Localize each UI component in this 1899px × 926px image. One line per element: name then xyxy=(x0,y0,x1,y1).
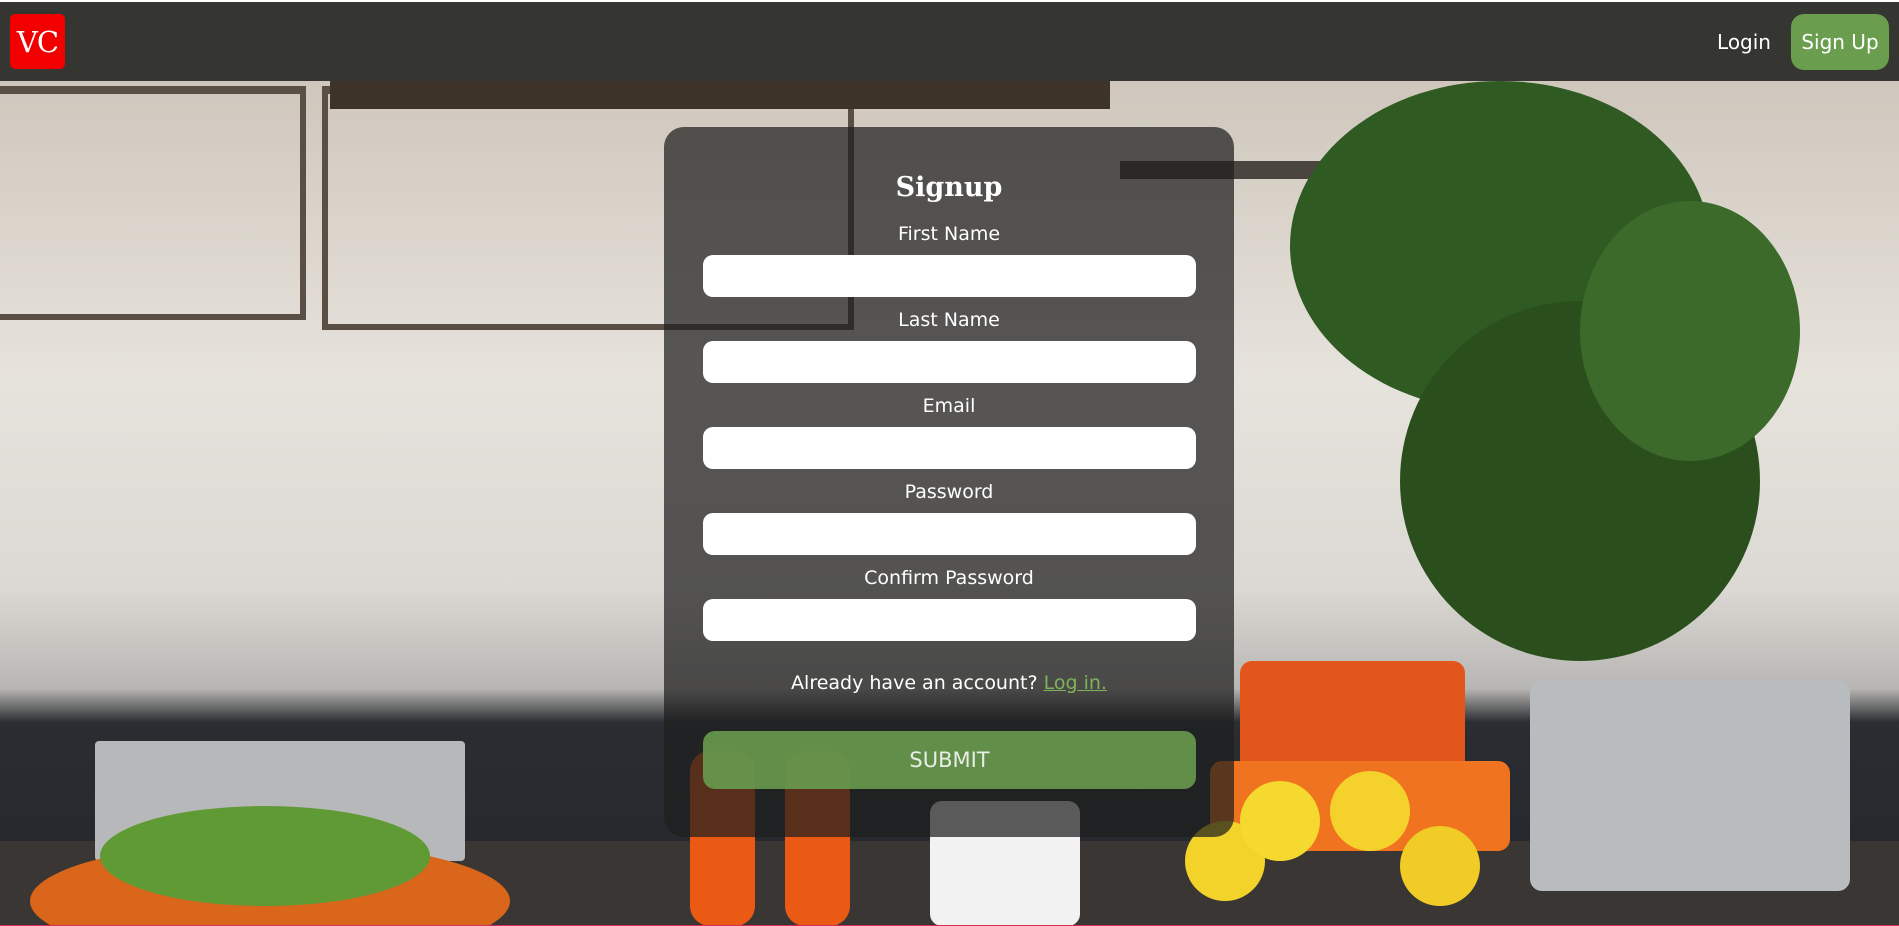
signup-button[interactable]: Sign Up xyxy=(1791,13,1889,70)
password-label: Password xyxy=(904,481,994,503)
lemon xyxy=(1400,826,1480,906)
login-inline-link[interactable]: Log in. xyxy=(1044,672,1107,694)
plant-leaves-right xyxy=(1580,201,1800,461)
first-name-label: First Name xyxy=(897,223,1001,245)
last-name-input[interactable] xyxy=(703,341,1196,383)
already-account-text: Already have an account? Log in. xyxy=(664,672,1234,694)
confirm-password-input[interactable] xyxy=(703,599,1196,641)
signup-card: Signup First Name Last Name Email Passwo… xyxy=(664,127,1234,837)
nav-actions: Login Sign Up xyxy=(1717,13,1889,70)
logo[interactable]: VC xyxy=(10,14,65,69)
email-input[interactable] xyxy=(703,427,1196,469)
submit-button[interactable]: SUBMIT xyxy=(703,731,1196,789)
navbar: VC Login Sign Up xyxy=(0,2,1899,81)
lemon xyxy=(1330,771,1410,851)
last-name-label: Last Name xyxy=(898,309,1000,331)
password-input[interactable] xyxy=(703,513,1196,555)
leafy-greens xyxy=(100,806,430,906)
already-account-prompt: Already have an account? xyxy=(791,672,1038,694)
shelf-top-boxes xyxy=(330,81,1110,109)
login-link[interactable]: Login xyxy=(1717,30,1771,54)
steel-pot xyxy=(1530,681,1850,891)
first-name-input[interactable] xyxy=(703,255,1196,297)
signup-title: Signup xyxy=(895,172,1003,203)
shelf-left xyxy=(0,86,306,320)
confirm-password-label: Confirm Password xyxy=(864,567,1034,589)
lemon xyxy=(1240,781,1320,861)
email-label: Email xyxy=(922,395,976,417)
